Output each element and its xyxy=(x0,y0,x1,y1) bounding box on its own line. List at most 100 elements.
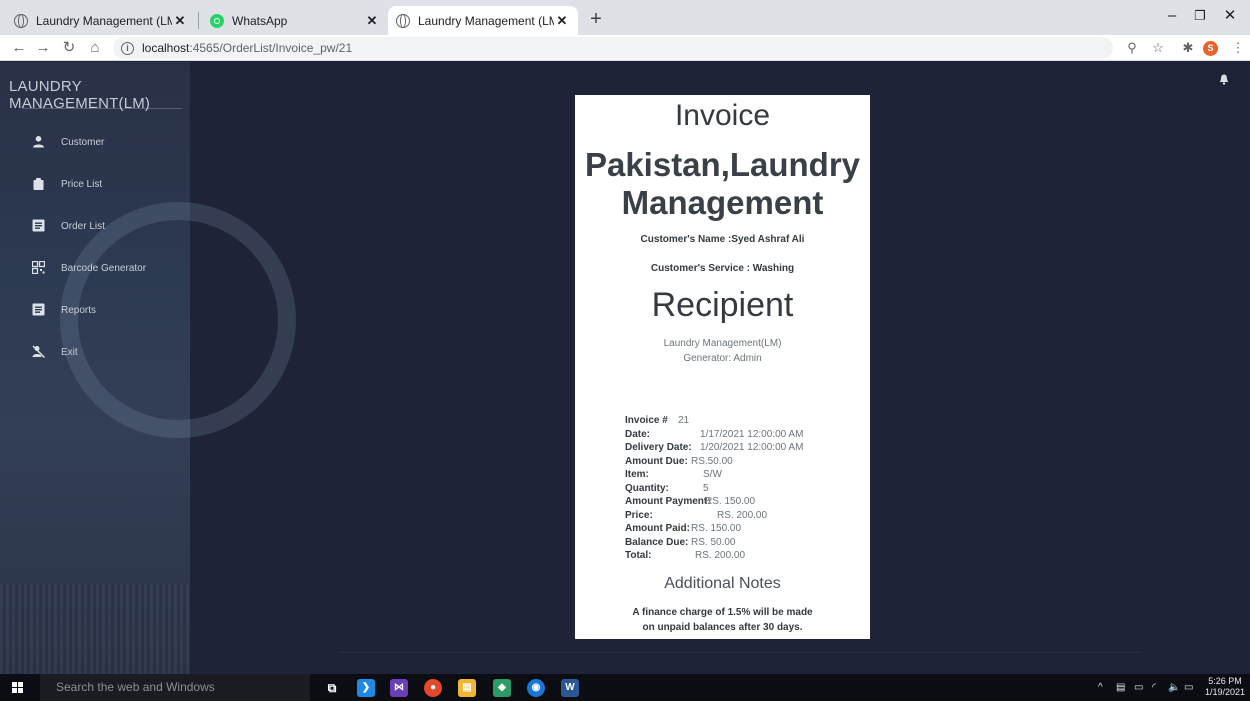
sidebar-item-label: Barcode Generator xyxy=(61,262,147,274)
url-path: :4565/OrderList/Invoice_pw/21 xyxy=(189,41,353,55)
browser-tab-1[interactable]: Laundry Management (LM)! ✕ xyxy=(6,6,196,35)
tab-title: Laundry Management (LM)! xyxy=(418,13,554,28)
recipient-org: Laundry Management(LM) xyxy=(663,338,782,349)
tab-title: Laundry Management (LM)! xyxy=(36,13,172,28)
detail-row: Invoice # 21 xyxy=(625,414,855,428)
battery-icon[interactable]: ▭ xyxy=(1134,674,1143,701)
detail-row: Item: S/W xyxy=(625,468,855,482)
detail-label: Amount Payment: xyxy=(625,496,711,507)
chrome-icon[interactable]: ● xyxy=(424,679,442,697)
sidebar-item-reports[interactable]: Reports xyxy=(31,300,181,320)
menu-kebab-icon[interactable]: ⋮ xyxy=(1228,38,1248,58)
invoice-details: Invoice # 21 Date: 1/17/2021 12:00:00 AM D… xyxy=(625,414,855,563)
new-tab-button[interactable]: + xyxy=(585,9,607,31)
company-name-line-2: Management xyxy=(621,184,824,221)
detail-row: Quantity: 5 xyxy=(625,482,855,496)
tab-title: WhatsApp xyxy=(232,13,288,28)
notes-line-2: on unpaid balances after 30 days. xyxy=(642,622,803,633)
sidebar-brand[interactable]: LAUNDRY MANAGEMENT(LM) xyxy=(9,78,190,112)
detail-row: Delivery Date: 1/20/2021 12:00:00 AM xyxy=(625,441,855,455)
sidebar-item-customer[interactable]: Customer xyxy=(31,132,181,152)
detail-value: RS. 50.00 xyxy=(691,536,736,548)
page-body: LAUNDRY MANAGEMENT(LM) Customer Price Li… xyxy=(0,62,1250,674)
sidebar-item-order-list[interactable]: Order List xyxy=(31,216,181,236)
bell-icon[interactable] xyxy=(1218,74,1230,86)
url-field[interactable]: i localhost:4565/OrderList/Invoice_pw/21 xyxy=(113,37,1113,59)
detail-row: Balance Due: RS. 50.00 xyxy=(625,536,855,550)
tray-chevron-icon[interactable]: ^ xyxy=(1098,674,1103,701)
sidebar-item-price-list[interactable]: Price List xyxy=(31,174,181,194)
browser-tab-2[interactable]: WhatsApp ✕ xyxy=(202,6,388,35)
close-tab-icon[interactable]: ✕ xyxy=(364,13,380,29)
sidebar: LAUNDRY MANAGEMENT(LM) Customer Price Li… xyxy=(0,62,296,674)
detail-row: Amount Due: RS.50.00 xyxy=(625,455,855,469)
browser-tab-3-active[interactable]: Laundry Management (LM)! ✕ xyxy=(388,6,578,35)
extensions-icon[interactable]: ✱ xyxy=(1178,38,1198,58)
invoice-card: Invoice Pakistan,Laundry Management Cust… xyxy=(575,95,870,639)
detail-label: Amount Paid: xyxy=(625,523,690,534)
window-close-button[interactable]: ✕ xyxy=(1210,4,1250,28)
qr-icon xyxy=(31,260,45,275)
app-round-icon[interactable]: ◉ xyxy=(527,679,545,697)
close-tab-icon[interactable]: ✕ xyxy=(172,13,188,29)
detail-label: Item: xyxy=(625,469,649,480)
star-icon[interactable]: ☆ xyxy=(1148,38,1168,58)
file-explorer-icon[interactable]: ▤ xyxy=(458,679,476,697)
person-icon xyxy=(31,135,45,149)
tab-separator xyxy=(198,12,199,29)
detail-label: Date: xyxy=(625,428,651,440)
detail-label: Delivery Date: xyxy=(625,442,692,453)
recipient-generator: Generator: Admin xyxy=(683,353,762,364)
vscode-icon[interactable]: ❯ xyxy=(357,679,375,697)
detail-value: RS. 150.00 xyxy=(705,496,756,507)
detail-label: Amount Due: xyxy=(625,455,688,467)
reload-icon[interactable]: ↻ xyxy=(58,37,80,59)
visual-studio-icon[interactable]: ⋈ xyxy=(390,679,408,697)
detail-value: S/W xyxy=(703,469,722,480)
wifi-icon[interactable]: ◜ xyxy=(1152,674,1156,701)
back-arrow-icon[interactable]: ← xyxy=(8,37,30,59)
sidebar-item-exit[interactable]: Exit xyxy=(31,342,181,362)
word-icon[interactable]: W xyxy=(561,679,579,697)
divider xyxy=(22,108,182,109)
taskbar-search-input[interactable]: Search the web and Windows xyxy=(40,674,310,701)
globe-icon xyxy=(396,13,410,28)
info-icon[interactable]: i xyxy=(121,41,134,55)
detail-label: Price: xyxy=(625,509,653,521)
forward-arrow-icon[interactable]: → xyxy=(32,37,54,59)
detail-row: Amount Paid:RS. 150.00 xyxy=(625,522,855,536)
sidebar-item-barcode-generator[interactable]: Barcode Generator xyxy=(31,258,181,278)
sidebar-item-label: Reports xyxy=(61,304,97,316)
address-bar-row: ← → ↻ ⌂ i localhost:4565/OrderList/Invoi… xyxy=(0,35,1250,61)
detail-label: Invoice # xyxy=(625,415,668,426)
detail-label: Quantity: xyxy=(625,482,669,494)
volume-icon[interactable]: 🔈 xyxy=(1168,674,1180,701)
sidebar-item-label: Exit xyxy=(61,346,78,358)
sidebar-item-label: Order List xyxy=(61,220,105,232)
task-view-icon[interactable]: ⧉ xyxy=(323,679,341,697)
detail-value: RS. 200.00 xyxy=(717,509,768,521)
company-name: Pakistan,Laundry Management xyxy=(565,146,880,222)
detail-value: RS.50.00 xyxy=(691,455,733,467)
profile-avatar[interactable]: S xyxy=(1203,41,1218,56)
detail-value: 21 xyxy=(678,415,690,426)
detail-value: 1/20/2021 12:00:00 AM xyxy=(700,442,804,453)
report-icon xyxy=(31,303,45,317)
taskbar-clock[interactable]: 5:26 PM 1/19/2021 xyxy=(1200,676,1250,698)
exit-icon xyxy=(31,345,45,359)
notification-icon[interactable]: ▭ xyxy=(1184,674,1193,701)
zoom-icon[interactable]: ⚲ xyxy=(1122,38,1142,58)
tray-app-icon[interactable]: ▤ xyxy=(1116,674,1125,701)
customer-service: Customer's Service : Washing xyxy=(650,263,795,274)
app-cube-icon[interactable]: ◆ xyxy=(493,679,511,697)
close-tab-icon[interactable]: ✕ xyxy=(554,13,570,29)
detail-row: Price: RS. 200.00 xyxy=(625,509,855,523)
home-icon[interactable]: ⌂ xyxy=(84,37,106,59)
notes-heading: Additional Notes xyxy=(664,575,781,592)
customer-name: Customer's Name :Syed Ashraf Ali xyxy=(640,234,805,245)
taskbar: Search the web and Windows ⧉ ❯ ⋈ ● ▤ ◆ ◉… xyxy=(0,674,1250,701)
sidebar-item-label: Price List xyxy=(61,178,103,190)
globe-icon xyxy=(14,13,28,28)
detail-label: Balance Due: xyxy=(625,536,689,548)
windows-start-icon[interactable] xyxy=(12,682,24,694)
